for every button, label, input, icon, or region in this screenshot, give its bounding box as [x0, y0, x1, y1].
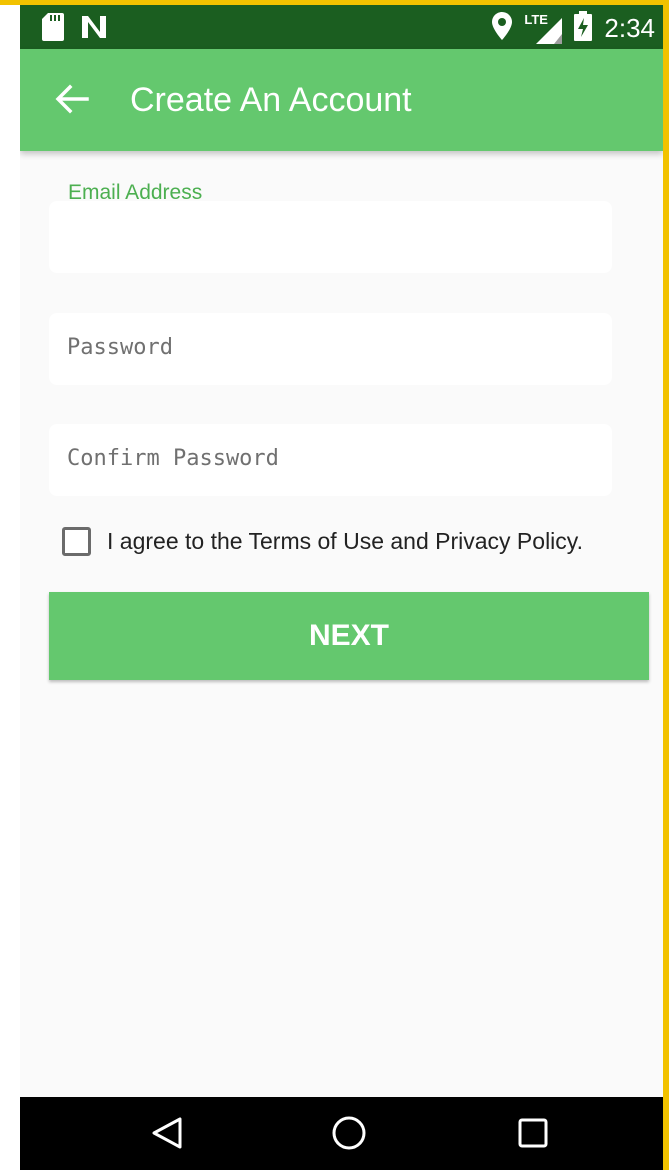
status-time: 2:34: [604, 13, 655, 43]
confirm-password-field[interactable]: Confirm Password: [49, 424, 612, 496]
sd-card-icon: [42, 13, 64, 46]
confirm-password-placeholder: Confirm Password: [67, 446, 279, 471]
frame-right-strip: [663, 0, 669, 1170]
app-bar: Create An Account: [20, 49, 663, 151]
terms-label: I agree to the Terms of Use and Privacy …: [107, 528, 583, 554]
home-circle-icon[interactable]: [329, 1113, 369, 1153]
password-placeholder: Password: [67, 335, 173, 360]
email-label: Email Address: [68, 181, 203, 204]
password-field[interactable]: Password: [49, 313, 612, 385]
recents-square-icon[interactable]: [513, 1113, 553, 1153]
arrow-back-icon[interactable]: [50, 77, 94, 121]
back-triangle-icon[interactable]: [147, 1113, 187, 1153]
lte-signal-icon: LTE: [524, 11, 563, 44]
notification-n-icon: [80, 14, 108, 45]
lte-label: LTE: [524, 11, 548, 27]
page-title: Create An Account: [130, 81, 412, 119]
location-icon: [492, 12, 513, 45]
terms-agreement: I agree to the Terms of Use and Privacy …: [62, 527, 583, 556]
email-field[interactable]: [49, 201, 612, 273]
phone-screen: LTE 2:34 Create An Account Email Address…: [20, 5, 663, 1170]
status-bar: LTE 2:34: [20, 5, 663, 49]
battery-charging-icon: [574, 11, 593, 46]
navigation-bar: [20, 1097, 663, 1170]
next-button[interactable]: NEXT: [49, 592, 649, 680]
terms-checkbox[interactable]: [62, 527, 91, 556]
